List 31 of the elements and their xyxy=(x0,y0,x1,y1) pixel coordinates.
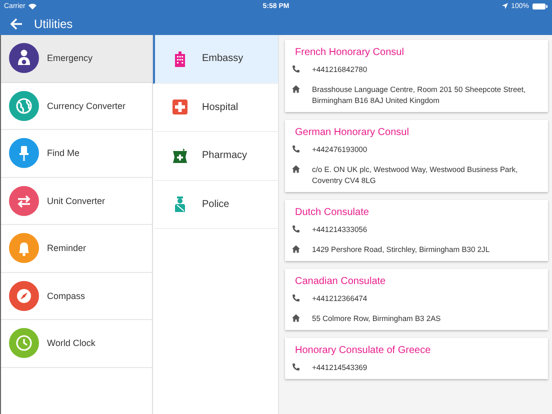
home-icon xyxy=(292,85,300,93)
home-icon xyxy=(292,165,300,173)
police-icon xyxy=(172,196,188,212)
home-icon xyxy=(292,314,300,322)
screen-title: Utilities xyxy=(34,16,73,30)
building-icon xyxy=(172,50,188,67)
phone-icon xyxy=(292,294,300,302)
category-item[interactable]: Emergency xyxy=(1,35,152,82)
hospital-icon xyxy=(172,99,188,116)
category-item[interactable]: Unit Converter xyxy=(1,178,152,225)
wifi-icon xyxy=(28,2,38,10)
place-name: Honorary Consulate of Greece xyxy=(295,345,432,356)
pharmacy-icon xyxy=(172,148,188,164)
place-name: French Honorary Consul xyxy=(295,47,405,58)
place-name: German Honorary Consul xyxy=(295,127,410,138)
phone-icon xyxy=(292,145,300,153)
home-icon xyxy=(292,245,300,253)
back-arrow-icon[interactable] xyxy=(10,18,23,30)
battery-icon xyxy=(532,2,548,10)
subcategory-item[interactable]: Hospital xyxy=(153,84,278,132)
category-item[interactable]: Currency Converter xyxy=(1,82,152,130)
phone-icon xyxy=(292,225,300,233)
place-name: Canadian Consulate xyxy=(295,276,387,287)
location-arrow-icon xyxy=(502,3,508,9)
subcategory-item[interactable]: Embassy xyxy=(153,35,278,84)
place-name: Dutch Consulate xyxy=(295,207,370,218)
subcategory-item[interactable]: Pharmacy xyxy=(153,132,278,180)
phone-icon xyxy=(292,65,300,73)
phone-icon xyxy=(292,363,300,371)
subcategory-item[interactable]: Police xyxy=(153,180,278,229)
category-item[interactable]: Compass xyxy=(1,272,152,320)
